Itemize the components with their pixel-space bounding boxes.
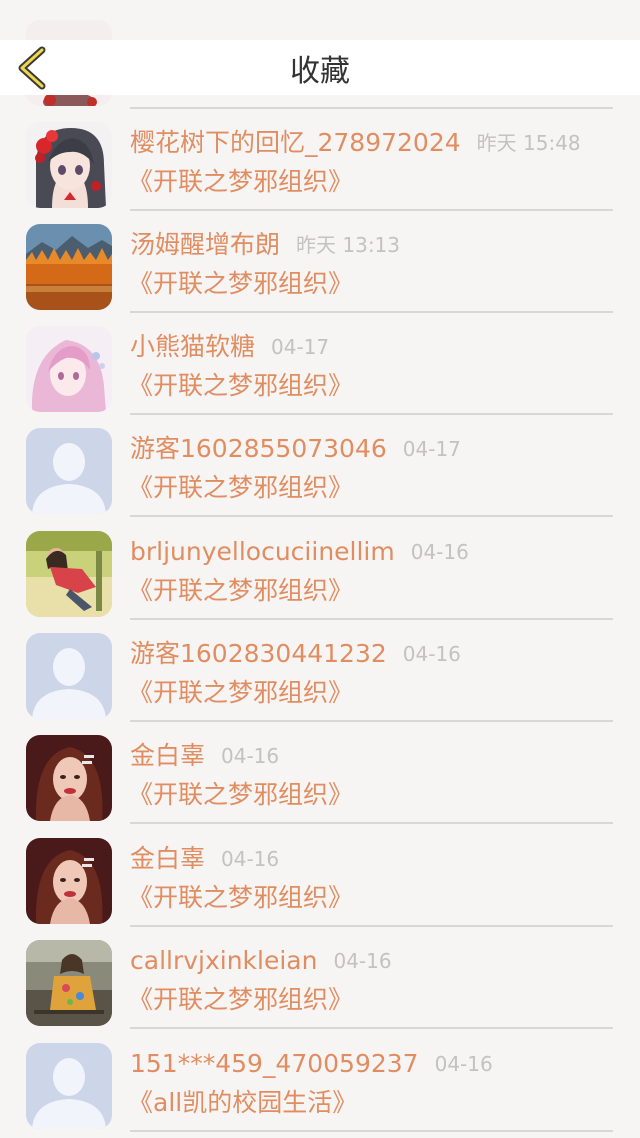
timestamp: 04-16 (410, 540, 469, 564)
timestamp: 04-17 (271, 335, 330, 359)
book-title[interactable]: 《开联之梦邪组织》 (128, 472, 353, 504)
user-name[interactable]: 小熊猫软糖 (130, 332, 255, 361)
favorites-list[interactable]: 樱花树下的回忆_278972024 昨天 15:48 《开联之梦邪组织》 汤姆醒增… (0, 0, 640, 1138)
avatar[interactable] (26, 633, 112, 719)
avatar[interactable] (26, 122, 112, 208)
list-item[interactable]: 游客1602830441232 04-16 《开联之梦邪组织》 (0, 615, 640, 722)
timestamp: 04-16 (333, 949, 392, 973)
book-title[interactable]: 《开联之梦邪组织》 (128, 575, 353, 607)
timestamp: 昨天 13:13 (296, 233, 401, 257)
user-name[interactable]: 金白辜 (130, 844, 205, 873)
user-name[interactable]: 金白辜 (130, 741, 205, 770)
list-item[interactable]: 游客1602855073046 04-17 《开联之梦邪组织》 (0, 410, 640, 517)
book-title[interactable]: 《开联之梦邪组织》 (128, 268, 353, 300)
avatar[interactable] (26, 735, 112, 821)
timestamp: 04-16 (402, 642, 461, 666)
list-item[interactable]: 金白辜 04-16 《开联之梦邪组织》 (0, 717, 640, 824)
list-item[interactable]: callrvjxinkleian 04-16 《开联之梦邪组织》 (0, 922, 640, 1029)
timestamp: 04-16 (221, 744, 280, 768)
book-title[interactable]: 《开联之梦邪组织》 (128, 882, 353, 914)
avatar[interactable] (26, 428, 112, 514)
avatar[interactable] (26, 838, 112, 924)
divider (130, 1130, 613, 1132)
list-item[interactable]: brljunyellocuciinellim 04-16 《开联之梦邪组织》 (0, 513, 640, 620)
timestamp: 04-16 (434, 1052, 493, 1076)
user-name[interactable]: callrvjxinkleian (130, 946, 317, 975)
user-name[interactable]: 游客1602855073046 (130, 434, 387, 463)
list-item[interactable]: 小熊猫软糖 04-17 《开联之梦邪组织》 (0, 308, 640, 415)
book-title[interactable]: 《开联之梦邪组织》 (128, 984, 353, 1016)
book-title[interactable]: 《开联之梦邪组织》 (128, 677, 353, 709)
timestamp: 04-17 (402, 437, 461, 461)
user-name[interactable]: 汤姆醒增布朗 (130, 230, 280, 259)
page-title: 收藏 (290, 54, 350, 89)
list-item[interactable]: 汤姆醒增布朗 昨天 13:13 《开联之梦邪组织》 (0, 206, 640, 313)
user-name[interactable]: 151***459_470059237 (130, 1049, 419, 1078)
avatar[interactable] (26, 326, 112, 412)
avatar[interactable] (26, 940, 112, 1026)
header-bar: 收藏 (0, 40, 640, 95)
list-item[interactable]: 金白辜 04-16 《开联之梦邪组织》 (0, 820, 640, 927)
list-item[interactable]: 151***459_470059237 04-16 《all凯的校园生活》 (0, 1025, 640, 1132)
book-title[interactable]: 《all凯的校园生活》 (128, 1087, 357, 1119)
timestamp: 04-16 (221, 847, 280, 871)
avatar[interactable] (26, 531, 112, 617)
book-title[interactable]: 《开联之梦邪组织》 (128, 370, 353, 402)
avatar[interactable] (26, 224, 112, 310)
book-title[interactable]: 《开联之梦邪组织》 (128, 779, 353, 811)
timestamp: 昨天 15:48 (476, 131, 581, 155)
avatar[interactable] (26, 1043, 112, 1129)
book-title[interactable]: 《开联之梦邪组织》 (128, 166, 353, 198)
user-name[interactable]: 樱花树下的回忆_278972024 (130, 128, 461, 157)
user-name[interactable]: brljunyellocuciinellim (130, 537, 395, 566)
user-name[interactable]: 游客1602830441232 (130, 639, 387, 668)
list-item[interactable]: 樱花树下的回忆_278972024 昨天 15:48 《开联之梦邪组织》 (0, 104, 640, 211)
